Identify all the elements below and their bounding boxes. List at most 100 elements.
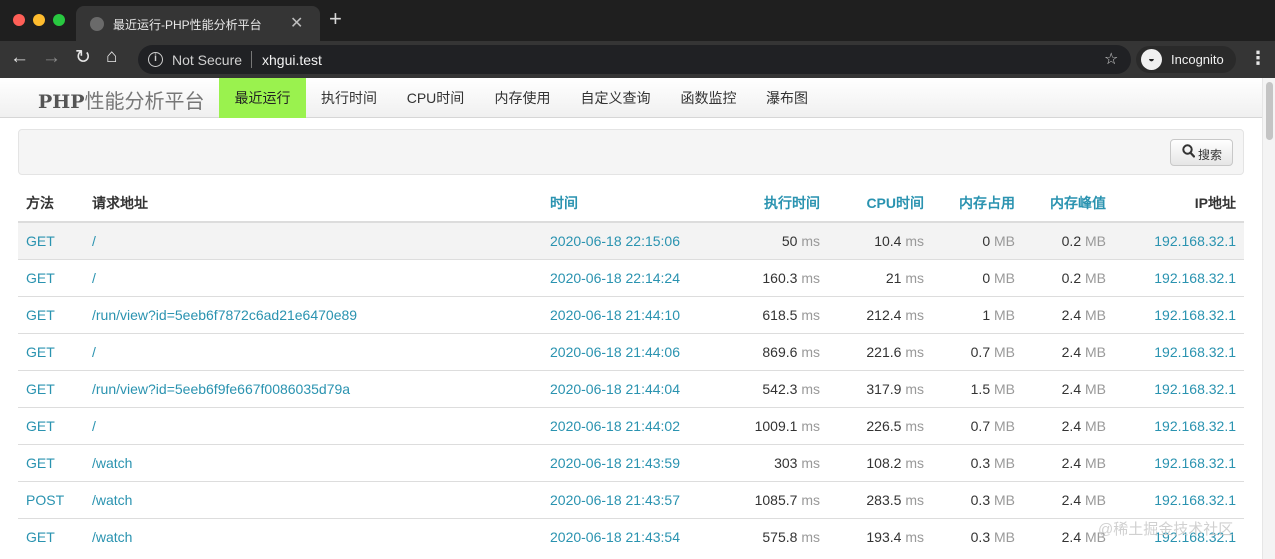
cell-ip: 192.168.32.1 [1114, 443, 1244, 481]
minimize-window-button[interactable] [33, 14, 45, 26]
globe-icon [90, 17, 104, 31]
time-link[interactable]: 2020-06-18 21:43:54 [550, 529, 680, 545]
vertical-scrollbar[interactable] [1262, 78, 1275, 559]
cell-memory-usage-unit: MB [994, 454, 1015, 471]
ip-link[interactable]: 192.168.32.1 [1154, 270, 1236, 286]
url-link[interactable]: / [92, 344, 96, 360]
watermark: @稀土掘金技术社区 [1098, 521, 1234, 538]
time-link[interactable]: 2020-06-18 21:44:02 [550, 418, 680, 434]
cell-wall-time: 303 ms [710, 443, 828, 481]
incognito-indicator[interactable]: ◒ Incognito [1136, 46, 1236, 73]
time-link[interactable]: 2020-06-18 21:44:04 [550, 381, 680, 397]
search-button[interactable]: 搜索 [1170, 139, 1233, 166]
cell-time: 2020-06-18 21:44:04 [542, 369, 710, 407]
url-text[interactable]: xhgui.test [262, 52, 322, 68]
cell-memory-usage: 0.3 MB [932, 517, 1023, 555]
time-link[interactable]: 2020-06-18 21:43:57 [550, 492, 680, 508]
table-row[interactable]: GET/2020-06-18 21:44:06 869.6 ms 221.6 ms 0… [18, 332, 1244, 370]
cell-ip: 192.168.32.1 [1114, 332, 1244, 370]
close-window-button[interactable] [13, 14, 25, 26]
page-viewport: PHP性能分析平台 最近运行 执行时间 CPU时间 内存使用 自定义查询 函数监… [0, 78, 1275, 559]
kebab-menu-icon[interactable]: ⋮ [1249, 47, 1267, 69]
table-row[interactable]: GET/watch 2020-06-18 21:43:59 303 ms 108.2 … [18, 443, 1244, 481]
browser-tab[interactable]: 最近运行-PHP性能分析平台 ✕ [76, 6, 320, 41]
cell-memory-usage-unit: MB [994, 343, 1015, 360]
method-link[interactable]: GET [26, 344, 55, 360]
cell-memory-usage-value: 0 [982, 232, 991, 249]
url-link[interactable]: /watch [92, 455, 132, 471]
cell-memory-usage-unit: MB [994, 528, 1015, 545]
nav-item-wall-time[interactable]: 执行时间 [306, 78, 392, 118]
table-row[interactable]: GET/watch 2020-06-18 21:43:54 575.8 ms 193.… [18, 517, 1244, 555]
method-link[interactable]: GET [26, 455, 55, 471]
table-row[interactable]: GET/2020-06-18 22:14:24 160.3 ms 21 ms 0 MB… [18, 258, 1244, 296]
nav-item-recent-runs[interactable]: 最近运行 [219, 78, 306, 118]
nav-item-custom-query[interactable]: 自定义查询 [566, 78, 665, 118]
ip-link[interactable]: 192.168.32.1 [1154, 381, 1236, 397]
new-tab-icon[interactable]: + [329, 8, 342, 30]
url-link[interactable]: / [92, 270, 96, 286]
cell-url: / [84, 258, 542, 296]
ip-link[interactable]: 192.168.32.1 [1154, 455, 1236, 471]
method-link[interactable]: GET [26, 418, 55, 434]
table-row[interactable]: GET/2020-06-18 22:15:06 50 ms 10.4 ms 0 MB 0… [18, 221, 1244, 259]
method-link[interactable]: GET [26, 270, 55, 286]
brand-logo[interactable]: PHP性能分析平台 [38, 85, 205, 114]
url-link[interactable]: / [92, 418, 96, 434]
ip-link[interactable]: 192.168.32.1 [1154, 233, 1236, 249]
cell-ip: 192.168.32.1 [1114, 369, 1244, 407]
ip-link[interactable]: 192.168.32.1 [1154, 344, 1236, 360]
time-link[interactable]: 2020-06-18 21:43:59 [550, 455, 680, 471]
table-row[interactable]: GET/run/view?id=5eeb6f7872c6ad21e6470e89… [18, 295, 1244, 333]
header-peak-memory[interactable]: 内存峰值 [1023, 184, 1114, 223]
header-wall-time[interactable]: 执行时间 [710, 184, 828, 223]
header-cpu-time[interactable]: CPU时间 [828, 184, 932, 223]
cell-wall-time: 542.3 ms [710, 369, 828, 407]
back-arrow-icon[interactable]: ← [10, 47, 29, 69]
ip-link[interactable]: 192.168.32.1 [1154, 492, 1236, 508]
cell-peak-memory: 2.4 MB [1023, 443, 1114, 481]
cell-peak-memory-value: 2.4 [1061, 380, 1082, 397]
not-secure-label: Not Secure [172, 52, 243, 68]
time-link[interactable]: 2020-06-18 21:44:06 [550, 344, 680, 360]
reload-icon[interactable]: ↻ [75, 47, 91, 69]
method-link[interactable]: POST [26, 492, 64, 508]
url-link[interactable]: /watch [92, 492, 132, 508]
table-row[interactable]: GET/2020-06-18 21:44:02 1009.1 ms 226.5 ms… [18, 406, 1244, 444]
cell-ip: 192.168.32.1 [1114, 480, 1244, 518]
header-time[interactable]: 时间 [542, 184, 710, 223]
cell-peak-memory: 2.4 MB [1023, 406, 1114, 444]
nav-item-function-watch[interactable]: 函数监控 [665, 78, 752, 118]
scrollbar-thumb[interactable] [1266, 82, 1273, 140]
url-link[interactable]: / [92, 233, 96, 249]
zoom-window-button[interactable] [53, 14, 65, 26]
cell-method: GET [18, 406, 84, 444]
time-link[interactable]: 2020-06-18 21:44:10 [550, 307, 680, 323]
method-link[interactable]: GET [26, 307, 55, 323]
bookmark-star-icon[interactable]: ☆ [1104, 49, 1118, 69]
time-link[interactable]: 2020-06-18 22:15:06 [550, 233, 680, 249]
info-icon[interactable]: i [148, 52, 163, 67]
cell-wall-time-value: 303 [774, 454, 798, 471]
nav-item-memory-usage[interactable]: 内存使用 [479, 78, 566, 118]
method-link[interactable]: GET [26, 233, 55, 249]
table-row[interactable]: POST/watch 2020-06-18 21:43:57 1085.7 ms 28… [18, 480, 1244, 518]
url-link[interactable]: /run/view?id=5eeb6f7872c6ad21e6470e89 [92, 307, 357, 323]
nav-item-waterfall[interactable]: 瀑布图 [752, 78, 822, 118]
method-link[interactable]: GET [26, 381, 55, 397]
nav-item-cpu-time[interactable]: CPU时间 [392, 78, 479, 118]
url-link[interactable]: /watch [92, 529, 132, 545]
address-bar[interactable]: i Not Secure xhgui.test ☆ [138, 45, 1131, 74]
cell-cpu-time-value: 212.4 [866, 306, 902, 323]
ip-link[interactable]: 192.168.32.1 [1154, 307, 1236, 323]
forward-arrow-icon[interactable]: → [42, 47, 61, 69]
time-link[interactable]: 2020-06-18 22:14:24 [550, 270, 680, 286]
header-memory-usage[interactable]: 内存占用 [932, 184, 1023, 223]
table-row[interactable]: GET/run/view?id=5eeb6f9fe667f0086035d79a… [18, 369, 1244, 407]
close-tab-icon[interactable]: ✕ [290, 13, 303, 33]
home-icon[interactable]: ⌂ [106, 46, 117, 68]
cell-peak-memory-value: 2.4 [1061, 491, 1082, 508]
method-link[interactable]: GET [26, 529, 55, 545]
ip-link[interactable]: 192.168.32.1 [1154, 418, 1236, 434]
url-link[interactable]: /run/view?id=5eeb6f9fe667f0086035d79a [92, 381, 350, 397]
